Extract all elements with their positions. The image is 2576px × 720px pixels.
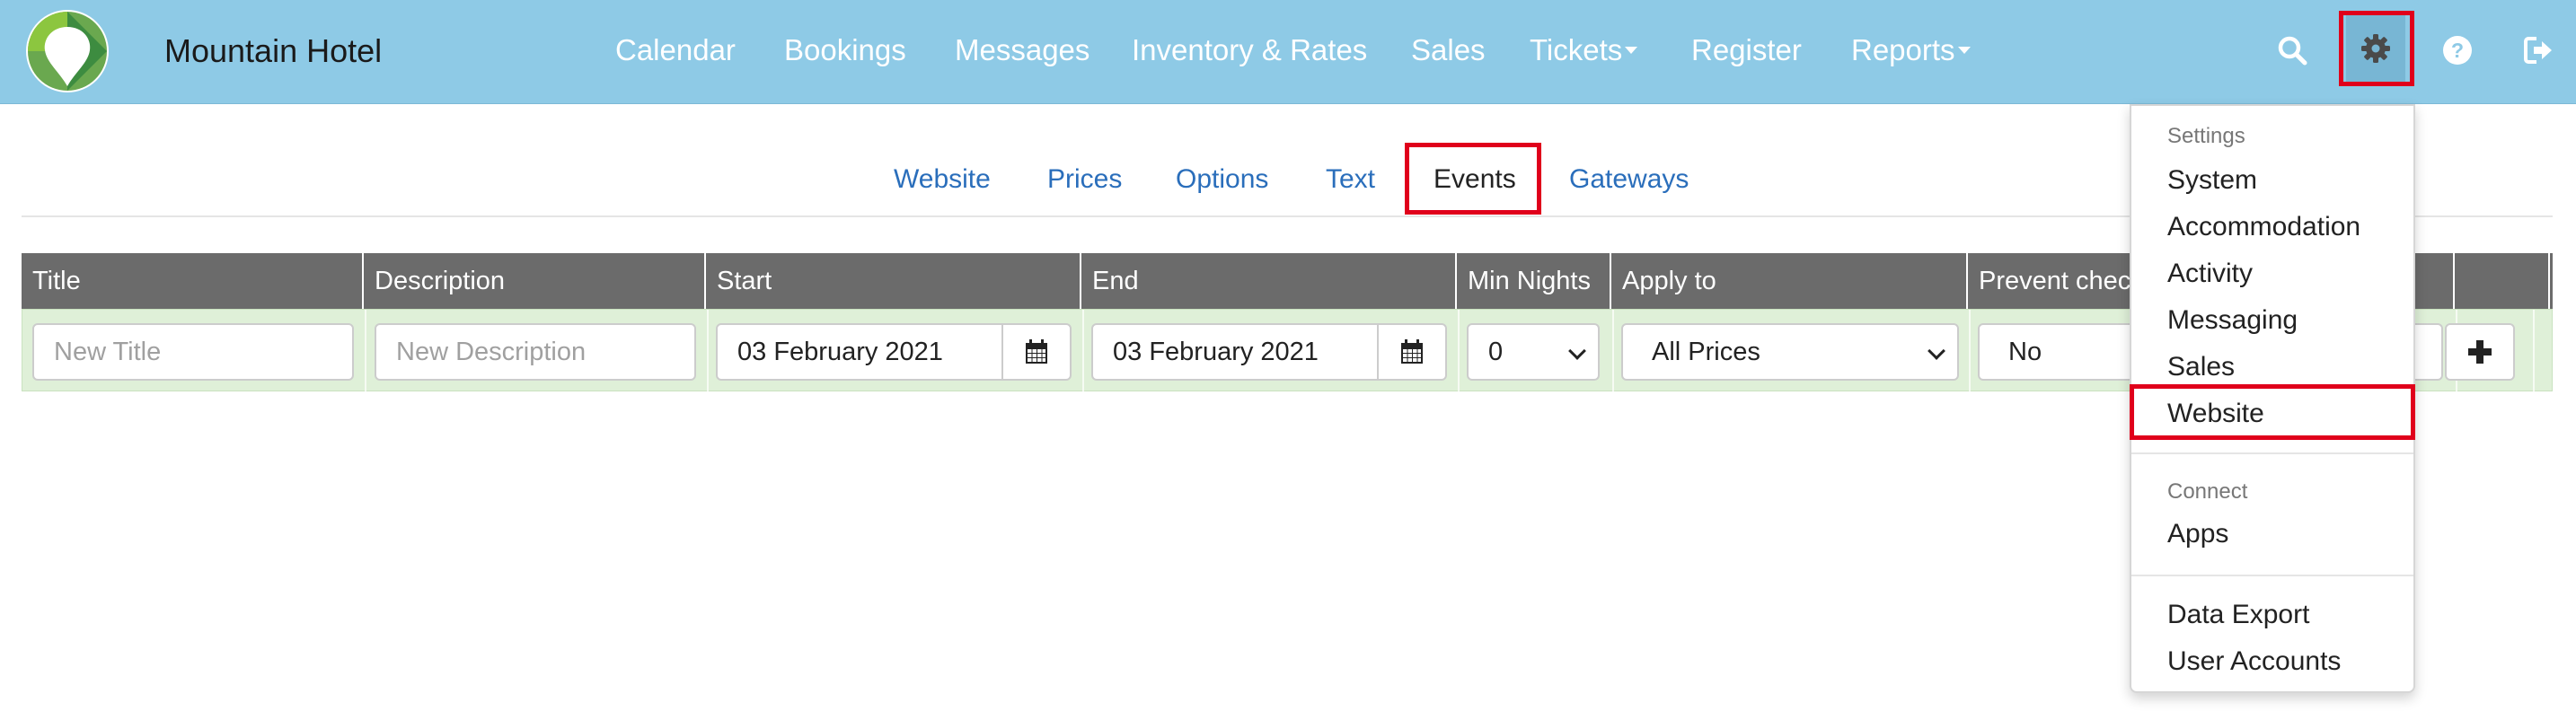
new-title-input[interactable] bbox=[32, 323, 354, 381]
dropdown-header-settings: Settings bbox=[2167, 124, 2245, 148]
nav-inventory-rates[interactable]: Inventory & Rates bbox=[1132, 0, 1367, 104]
nav-calendar[interactable]: Calendar bbox=[615, 0, 736, 104]
calendar-icon bbox=[1026, 339, 1047, 364]
apply-to-select[interactable]: All Prices bbox=[1621, 323, 1959, 381]
brand-name[interactable]: Mountain Hotel bbox=[164, 0, 382, 104]
help-icon: ? bbox=[2443, 36, 2472, 65]
tab-text[interactable]: Text bbox=[1326, 144, 1375, 215]
nav-messages[interactable]: Messages bbox=[955, 0, 1090, 104]
nav-tickets[interactable]: Tickets bbox=[1530, 0, 1638, 104]
nav-reports-label: Reports bbox=[1851, 33, 1955, 66]
apply-to-value: All Prices bbox=[1652, 338, 1760, 366]
top-navbar: Mountain Hotel Calendar Bookings Message… bbox=[0, 0, 2576, 104]
prevent-checkin-value: No bbox=[2008, 338, 2042, 366]
settings-button[interactable] bbox=[2346, 13, 2405, 84]
hotel-logo-icon[interactable] bbox=[25, 9, 110, 93]
column-min-nights: Min Nights bbox=[1457, 253, 1611, 309]
cell-divider bbox=[707, 310, 709, 392]
menu-item-messaging[interactable]: Messaging bbox=[2167, 305, 2298, 336]
search-button[interactable] bbox=[2265, 23, 2319, 77]
end-date-input[interactable]: 03 February 2021 bbox=[1091, 323, 1379, 381]
chevron-down-icon bbox=[1928, 342, 1945, 360]
cell-divider bbox=[1969, 310, 1971, 392]
menu-item-sales[interactable]: Sales bbox=[2167, 352, 2235, 382]
calendar-icon bbox=[1401, 339, 1423, 364]
dropdown-header-connect: Connect bbox=[2167, 479, 2248, 504]
help-button[interactable]: ? bbox=[2430, 23, 2484, 77]
column-start: Start bbox=[706, 253, 1081, 309]
column-end: End bbox=[1081, 253, 1457, 309]
svg-text:?: ? bbox=[2451, 39, 2464, 62]
new-description-input[interactable] bbox=[375, 323, 696, 381]
tab-prices[interactable]: Prices bbox=[1047, 144, 1122, 215]
cell-divider bbox=[2533, 310, 2535, 392]
logout-icon bbox=[2524, 37, 2552, 64]
gear-icon bbox=[2361, 34, 2390, 63]
menu-item-accommodation[interactable]: Accommodation bbox=[2167, 212, 2360, 242]
logout-button[interactable] bbox=[2511, 23, 2565, 77]
menu-item-activity[interactable]: Activity bbox=[2167, 259, 2253, 289]
search-icon bbox=[2278, 36, 2307, 66]
cell-divider bbox=[365, 310, 366, 392]
cell-divider bbox=[1082, 310, 1084, 392]
menu-item-website[interactable]: Website bbox=[2167, 399, 2264, 429]
column-apply-to: Apply to bbox=[1611, 253, 1968, 309]
nav-bookings[interactable]: Bookings bbox=[784, 0, 906, 104]
tab-website[interactable]: Website bbox=[894, 144, 991, 215]
min-nights-select[interactable]: 0 bbox=[1467, 323, 1600, 381]
cell-divider bbox=[1458, 310, 1460, 392]
menu-item-apps[interactable]: Apps bbox=[2167, 519, 2228, 549]
menu-item-system[interactable]: System bbox=[2167, 165, 2257, 196]
menu-item-user-accounts[interactable]: User Accounts bbox=[2167, 646, 2341, 677]
nav-register[interactable]: Register bbox=[1691, 0, 1802, 104]
chevron-down-icon bbox=[1568, 342, 1586, 360]
min-nights-value: 0 bbox=[1488, 338, 1504, 366]
nav-reports[interactable]: Reports bbox=[1851, 0, 1971, 104]
menu-divider bbox=[2131, 452, 2413, 454]
caret-down-icon bbox=[1957, 47, 1971, 55]
caret-down-icon bbox=[1625, 47, 1638, 55]
tab-gateways[interactable]: Gateways bbox=[1569, 144, 1689, 215]
add-event-button[interactable] bbox=[2445, 323, 2515, 381]
start-date-input[interactable]: 03 February 2021 bbox=[716, 323, 1003, 381]
plus-icon bbox=[2468, 340, 2492, 364]
end-calendar-button[interactable] bbox=[1377, 323, 1447, 381]
column-description: Description bbox=[364, 253, 706, 309]
column-title: Title bbox=[22, 253, 364, 309]
settings-dropdown-menu: Settings System Accommodation Activity M… bbox=[2130, 104, 2415, 693]
tab-events[interactable]: Events bbox=[1434, 144, 1516, 215]
start-calendar-button[interactable] bbox=[1001, 323, 1072, 381]
menu-divider bbox=[2131, 575, 2413, 576]
nav-tickets-label: Tickets bbox=[1530, 33, 1623, 66]
tab-options[interactable]: Options bbox=[1176, 144, 1268, 215]
column-scroll bbox=[2532, 253, 2553, 309]
menu-item-data-export[interactable]: Data Export bbox=[2167, 600, 2309, 630]
cell-divider bbox=[1612, 310, 1614, 392]
nav-sales[interactable]: Sales bbox=[1411, 0, 1486, 104]
